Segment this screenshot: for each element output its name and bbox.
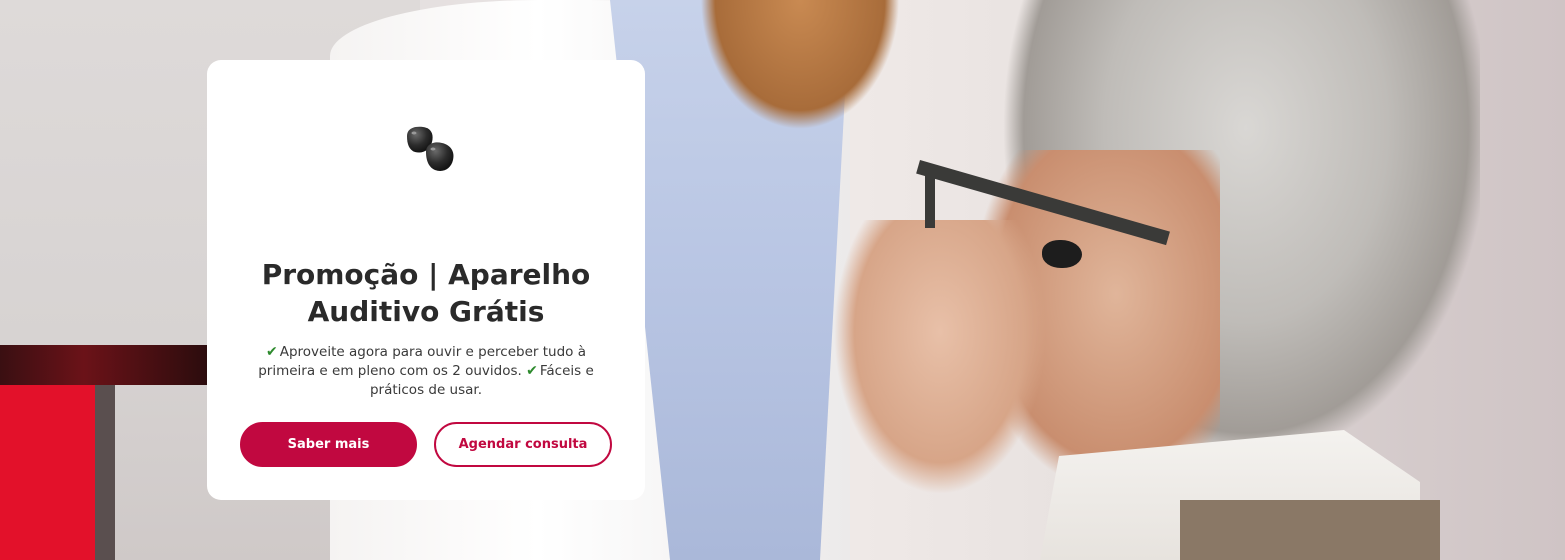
promo-card: Promoção | Aparelho Auditivo Grátis ✔ Apr… xyxy=(207,60,645,500)
checkmark-icon: ✔ xyxy=(266,344,278,360)
saber-mais-button[interactable]: Saber mais xyxy=(240,422,417,467)
hero-banner: Promoção | Aparelho Auditivo Grátis ✔ Apr… xyxy=(0,0,1565,560)
promo-title: Promoção | Aparelho Auditivo Grátis xyxy=(261,258,591,328)
background-post xyxy=(95,385,115,560)
agendar-consulta-button[interactable]: Agendar consulta xyxy=(434,422,612,467)
background-doctor-hair xyxy=(700,0,900,130)
background-patient-vest xyxy=(1180,500,1440,560)
checkmark-icon: ✔ xyxy=(526,363,538,379)
hearing-aid-pair-icon xyxy=(403,122,459,178)
background-red-panel xyxy=(0,385,95,560)
background-glasses-frame xyxy=(925,168,1005,228)
background-shelf xyxy=(0,345,210,385)
background-hearing-aid xyxy=(1042,240,1082,268)
promo-description: ✔ Aproveite agora para ouvir e perceber t… xyxy=(237,343,615,400)
background-hand xyxy=(830,220,1050,500)
